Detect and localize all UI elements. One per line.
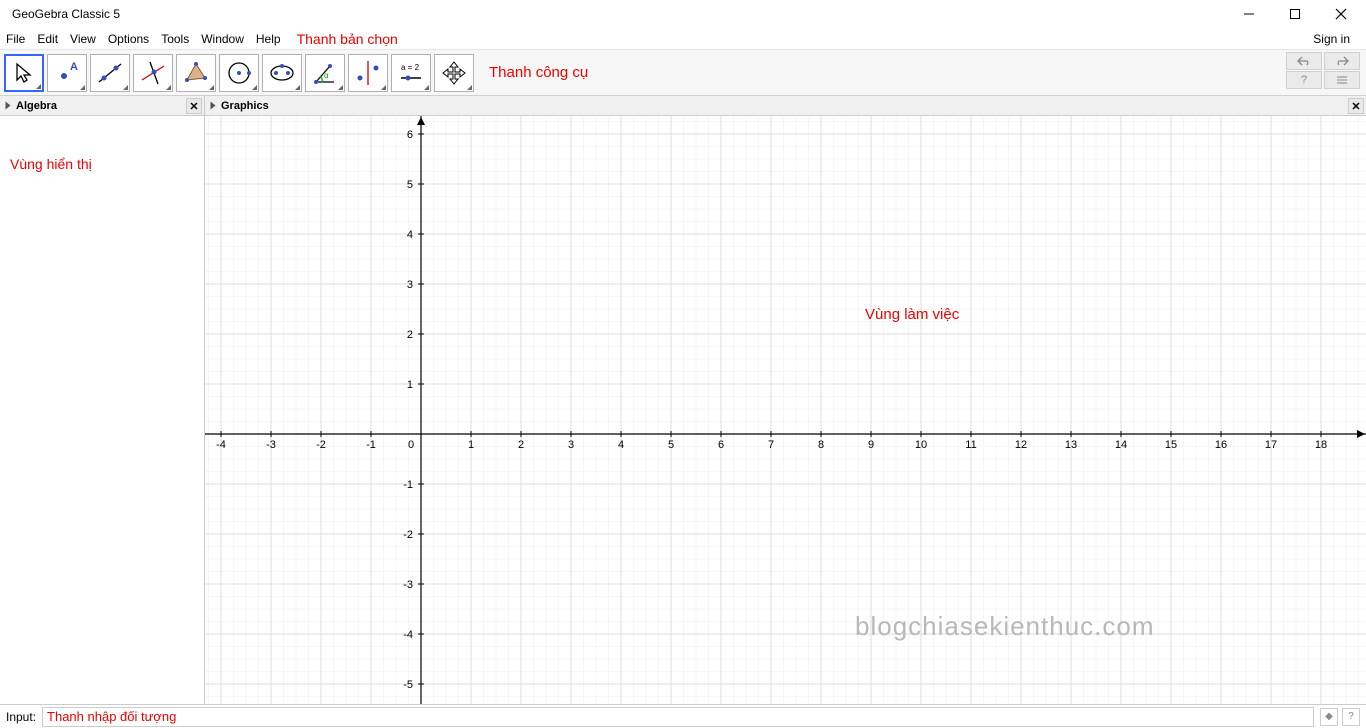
svg-text:-1: -1 <box>403 479 413 491</box>
input-help-icon[interactable]: ? <box>1342 708 1360 726</box>
menubar: File Edit View Options Tools Window Help… <box>0 28 1366 50</box>
svg-text:3: 3 <box>407 279 413 291</box>
signin-link[interactable]: Sign in <box>1313 32 1350 46</box>
input-label: Input: <box>0 710 42 724</box>
graphics-canvas[interactable]: -4-3-2-101234567891011121314151617186543… <box>205 116 1366 704</box>
svg-text:4: 4 <box>618 439 624 451</box>
svg-text:-5: -5 <box>403 679 413 691</box>
svg-text:13: 13 <box>1065 439 1077 451</box>
svg-text:8: 8 <box>818 439 824 451</box>
svg-text:7: 7 <box>768 439 774 451</box>
svg-text:4: 4 <box>407 229 413 241</box>
tool-line[interactable] <box>90 54 130 92</box>
svg-text:5: 5 <box>668 439 674 451</box>
graphics-close-button[interactable]: ✕ <box>1348 98 1364 114</box>
tool-ellipse[interactable] <box>262 54 302 92</box>
undo-button[interactable] <box>1286 52 1322 70</box>
menu-file[interactable]: File <box>6 32 25 46</box>
tool-circle[interactable] <box>219 54 259 92</box>
algebra-close-button[interactable]: ✕ <box>186 98 202 114</box>
svg-text:α: α <box>324 71 329 80</box>
tool-point[interactable]: A <box>47 54 87 92</box>
svg-text:0: 0 <box>408 439 414 451</box>
svg-text:1: 1 <box>468 439 474 451</box>
help-icon[interactable]: ? <box>1286 71 1322 89</box>
toolbar: A α a = 2 Thanh công cụ ? <box>0 50 1366 96</box>
svg-text:2: 2 <box>407 329 413 341</box>
svg-text:1: 1 <box>407 379 413 391</box>
input-history-icon[interactable]: ◆ <box>1320 708 1338 726</box>
algebra-title: Algebra <box>16 100 57 112</box>
svg-text:-3: -3 <box>403 579 413 591</box>
graphics-panel: Graphics ✕ -4-3-2-1012345678910111213141… <box>205 96 1366 704</box>
redo-button[interactable] <box>1324 52 1360 70</box>
minimize-button[interactable] <box>1226 0 1272 28</box>
menu-edit[interactable]: Edit <box>37 32 58 46</box>
menu-options[interactable]: Options <box>108 32 149 46</box>
tool-slider[interactable]: a = 2 <box>391 54 431 92</box>
graphics-annotation: Vùng làm việc <box>865 306 959 323</box>
maximize-button[interactable] <box>1272 0 1318 28</box>
menu-window[interactable]: Window <box>201 32 244 46</box>
tool-perpendicular[interactable] <box>133 54 173 92</box>
svg-text:10: 10 <box>915 439 927 451</box>
toolbar-right-group: ? <box>1286 52 1360 89</box>
toolbar-annotation: Thanh công cụ <box>489 64 588 81</box>
app-title: GeoGebra Classic 5 <box>12 7 120 21</box>
tool-polygon[interactable] <box>176 54 216 92</box>
svg-text:6: 6 <box>407 129 413 141</box>
tool-angle[interactable]: α <box>305 54 345 92</box>
svg-text:A: A <box>70 61 78 73</box>
svg-text:-2: -2 <box>403 529 413 541</box>
svg-text:14: 14 <box>1115 439 1127 451</box>
input-bar: Input: ◆ ? <box>0 704 1366 728</box>
svg-text:18: 18 <box>1315 439 1327 451</box>
input-field[interactable] <box>42 707 1314 727</box>
tool-move-view[interactable] <box>434 54 474 92</box>
close-button[interactable] <box>1318 0 1364 28</box>
svg-text:-4: -4 <box>403 629 413 641</box>
menubar-annotation: Thanh bản chọn <box>297 31 398 47</box>
graphics-header[interactable]: Graphics ✕ <box>205 96 1366 116</box>
svg-text:9: 9 <box>868 439 874 451</box>
svg-text:6: 6 <box>718 439 724 451</box>
svg-text:-4: -4 <box>216 439 226 451</box>
svg-text:2: 2 <box>518 439 524 451</box>
svg-text:17: 17 <box>1265 439 1277 451</box>
window-controls <box>1226 0 1364 28</box>
menu-help[interactable]: Help <box>256 32 281 46</box>
algebra-body[interactable]: Vùng hiển thị <box>0 116 204 704</box>
svg-text:3: 3 <box>568 439 574 451</box>
workarea: Algebra ✕ Vùng hiển thị Graphics ✕ -4 -3 -… <box>0 96 1366 704</box>
menu-view[interactable]: View <box>70 32 96 46</box>
collapse-icon[interactable] <box>6 102 11 110</box>
algebra-header[interactable]: Algebra ✕ <box>0 96 204 116</box>
svg-text:-2: -2 <box>316 439 326 451</box>
tool-reflect[interactable] <box>348 54 388 92</box>
svg-text:-1: -1 <box>366 439 376 451</box>
tool-move[interactable] <box>4 54 44 92</box>
svg-text:11: 11 <box>965 439 976 451</box>
svg-text:-3: -3 <box>266 439 276 451</box>
svg-text:15: 15 <box>1165 439 1177 451</box>
svg-text:a = 2: a = 2 <box>401 63 420 72</box>
collapse-icon[interactable] <box>211 102 216 110</box>
algebra-annotation: Vùng hiển thị <box>10 156 92 172</box>
coordinate-grid[interactable]: -4-3-2-101234567891011121314151617186543… <box>205 116 1366 704</box>
svg-text:12: 12 <box>1015 439 1027 451</box>
menu-3lines-icon[interactable] <box>1324 71 1360 89</box>
algebra-panel: Algebra ✕ Vùng hiển thị <box>0 96 205 704</box>
titlebar: GeoGebra Classic 5 <box>0 0 1366 28</box>
watermark-text: blogchiasekienthuc.com <box>855 611 1155 642</box>
menu-tools[interactable]: Tools <box>161 32 189 46</box>
graphics-title: Graphics <box>221 100 269 112</box>
svg-text:16: 16 <box>1215 439 1227 451</box>
svg-text:5: 5 <box>407 179 413 191</box>
